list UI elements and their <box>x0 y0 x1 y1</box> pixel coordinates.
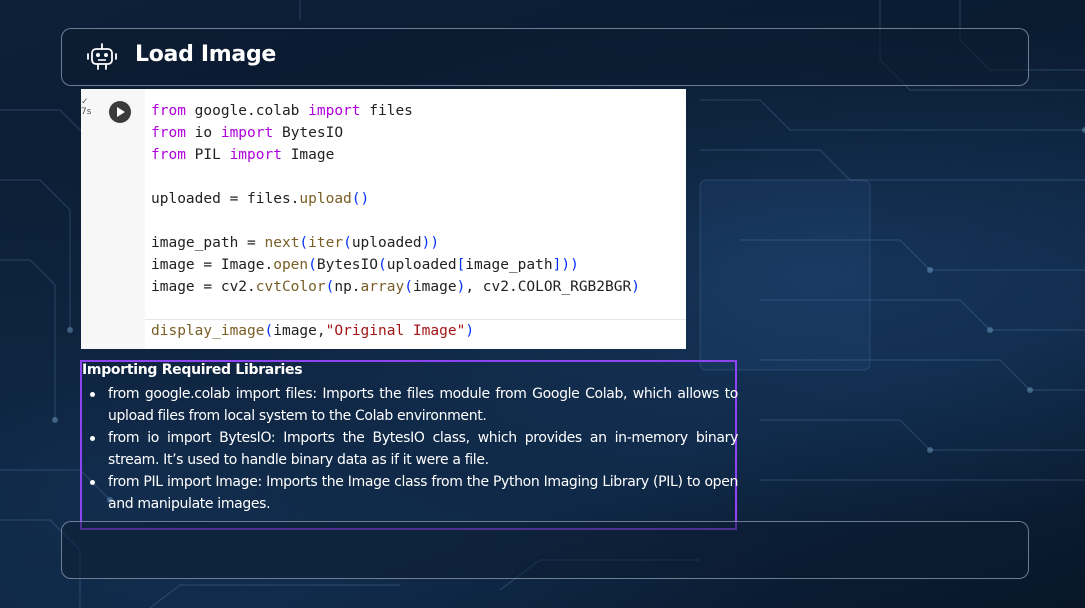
code-cell-gutter: ✓ 7s <box>81 89 145 349</box>
code-line[interactable]: image_path = next(iter(uploaded)) <box>151 232 640 254</box>
code-line[interactable]: from PIL import Image <box>151 144 640 166</box>
bullet <box>90 436 95 441</box>
list-item: from io import BytesIO: Imports the Byte… <box>90 428 738 471</box>
page-title: Load Image <box>135 42 277 67</box>
code-line[interactable]: image = Image.open(BytesIO(uploaded[imag… <box>151 254 640 276</box>
execution-status: ✓ 7s <box>81 97 92 117</box>
description-list: from google.colab import files: Imports … <box>90 384 738 516</box>
list-item: from PIL import Image: Imports the Image… <box>90 472 738 515</box>
code-line[interactable]: from google.colab import files <box>151 100 640 122</box>
code-line[interactable]: display_image(image,"Original Image") <box>151 320 640 342</box>
list-item: from google.colab import files: Imports … <box>90 384 738 427</box>
code-line[interactable]: uploaded = files.upload() <box>151 188 640 210</box>
code-editor[interactable]: from google.colab import files from io im… <box>151 100 640 342</box>
bullet <box>90 392 95 397</box>
robot-icon <box>87 43 117 70</box>
footer-panel <box>61 521 1029 579</box>
code-line[interactable]: image = cv2.cvtColor(np.array(image), cv… <box>151 276 640 298</box>
run-cell-button[interactable] <box>109 101 131 123</box>
bullet <box>90 480 95 485</box>
code-line[interactable]: from io import BytesIO <box>151 122 640 144</box>
code-line[interactable] <box>151 166 640 188</box>
code-cell[interactable]: ✓ 7s from google.colab import files from i… <box>81 89 686 349</box>
description-title: Importing Required Libraries <box>82 362 303 378</box>
code-line[interactable] <box>151 298 640 320</box>
description-box: Importing Required Libraries from google… <box>80 360 738 530</box>
code-line[interactable] <box>151 210 640 232</box>
